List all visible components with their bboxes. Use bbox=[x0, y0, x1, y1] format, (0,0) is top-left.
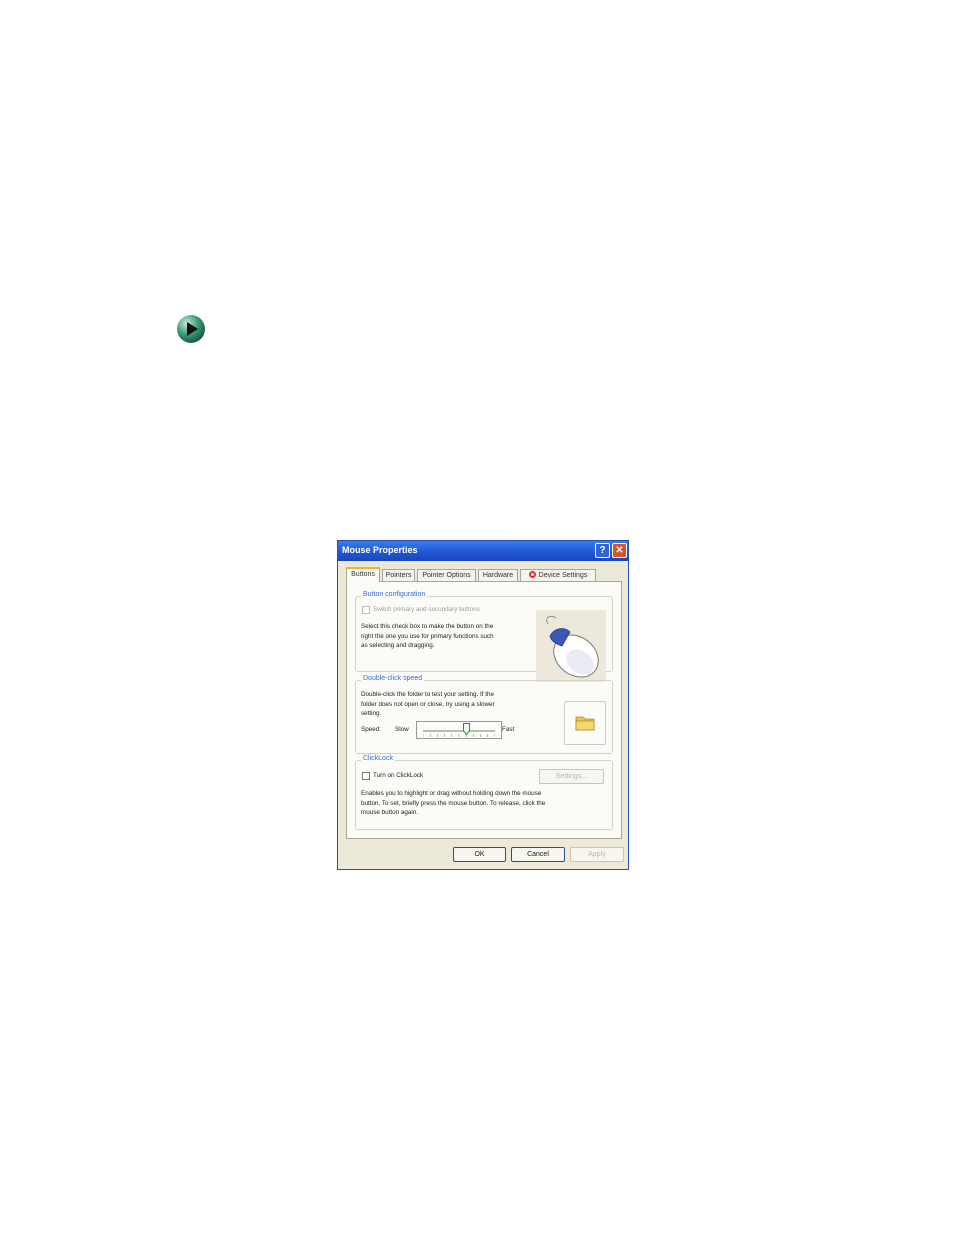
tab-device-settings[interactable]: Device Settings bbox=[520, 569, 596, 581]
tab-hardware[interactable]: Hardware bbox=[478, 569, 518, 581]
device-settings-icon bbox=[528, 571, 536, 578]
buttons-tab-panel: Button configuration Switch primary and … bbox=[346, 581, 622, 839]
title-bar[interactable]: Mouse Properties ? ✕ bbox=[338, 541, 628, 561]
double-click-desc-2: folder does not open or close, try using… bbox=[361, 700, 495, 708]
fast-label: Fast bbox=[502, 726, 515, 733]
speed-label: Speed: bbox=[361, 726, 381, 733]
double-click-desc-1: Double-click the folder to test your set… bbox=[361, 691, 495, 698]
clicklock-checkbox[interactable] bbox=[362, 772, 370, 780]
button-config-desc-1: Select this check box to make the button… bbox=[361, 623, 494, 630]
tab-buttons-label: Buttons bbox=[351, 571, 375, 578]
slow-label: Slow bbox=[395, 726, 409, 733]
switch-buttons-label: Switch primary and secondary buttons bbox=[373, 606, 480, 613]
double-click-speed-slider[interactable] bbox=[416, 721, 502, 739]
slider-track bbox=[423, 730, 495, 733]
window-title: Mouse Properties bbox=[342, 545, 418, 555]
apply-button[interactable]: Apply bbox=[570, 847, 624, 862]
slider-ticks bbox=[423, 734, 495, 737]
tab-pointer-options-label: Pointer Options bbox=[422, 572, 471, 579]
mouse-properties-dialog: Mouse Properties ? ✕ Buttons Pointers Po… bbox=[337, 540, 629, 870]
tab-hardware-label: Hardware bbox=[482, 572, 514, 579]
tab-device-settings-label: Device Settings bbox=[538, 572, 588, 579]
tab-buttons[interactable]: Buttons bbox=[346, 567, 380, 582]
clicklock-heading: ClickLock bbox=[361, 755, 395, 762]
ok-button[interactable]: OK bbox=[453, 847, 506, 862]
clicklock-settings-button[interactable]: Settings... bbox=[539, 769, 604, 784]
help-button[interactable]: ? bbox=[595, 543, 610, 558]
clicklock-desc-1: Enables you to highlight or drag without… bbox=[361, 790, 542, 797]
close-button[interactable]: ✕ bbox=[612, 543, 627, 558]
button-config-desc-2: right the one you use for primary functi… bbox=[361, 632, 494, 640]
button-config-desc-3: as selecting and dragging. bbox=[361, 642, 435, 649]
clicklock-label: Turn on ClickLock bbox=[373, 772, 424, 779]
clicklock-desc-2: button. To set, briefly press the mouse … bbox=[361, 799, 546, 807]
button-configuration-heading: Button configuration bbox=[361, 591, 428, 598]
tab-pointer-options[interactable]: Pointer Options bbox=[417, 569, 476, 581]
clicklock-desc-3: mouse button again. bbox=[361, 809, 419, 816]
close-icon: ✕ bbox=[615, 545, 624, 556]
switch-buttons-checkbox[interactable] bbox=[362, 606, 370, 614]
double-click-heading: Double-click speed bbox=[361, 675, 425, 682]
tab-pointers-label: Pointers bbox=[385, 572, 412, 579]
arrow-bullet-icon bbox=[177, 315, 205, 343]
test-folder-icon[interactable] bbox=[564, 701, 606, 745]
cancel-button[interactable]: Cancel bbox=[511, 847, 565, 862]
tab-pointers[interactable]: Pointers bbox=[382, 569, 415, 581]
mouse-illustration-icon bbox=[536, 610, 606, 682]
double-click-desc-3: setting. bbox=[361, 710, 382, 717]
clicklock-group: ClickLock Turn on ClickLock Settings... … bbox=[355, 755, 613, 830]
slider-thumb[interactable] bbox=[462, 723, 470, 735]
help-icon: ? bbox=[599, 545, 606, 556]
double-click-speed-group: Double-click speed Double-click the fold… bbox=[355, 675, 613, 754]
button-configuration-group: Button configuration Switch primary and … bbox=[355, 591, 613, 682]
